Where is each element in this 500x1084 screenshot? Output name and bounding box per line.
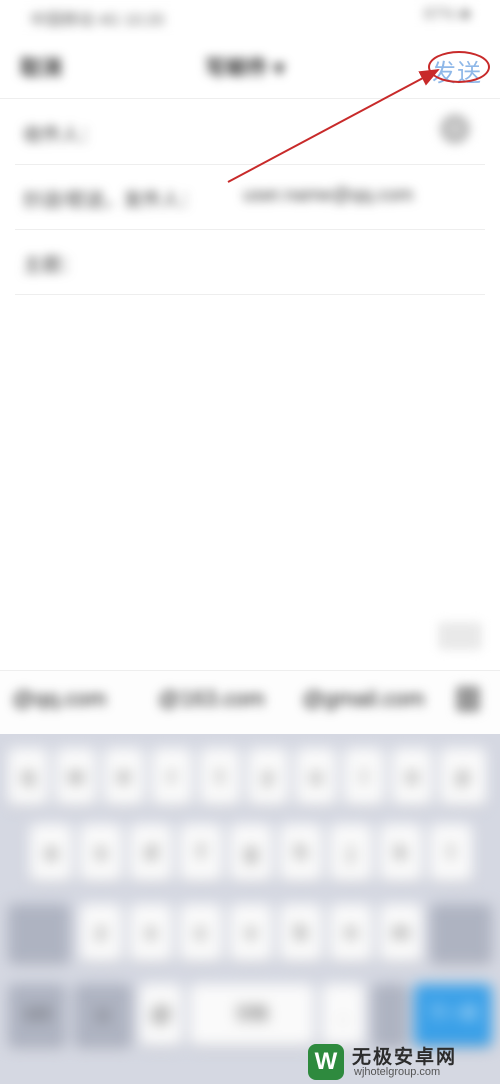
key-e[interactable]: e (104, 748, 144, 806)
watermark-title: 无极安卓网 (352, 1047, 458, 1068)
key-r[interactable]: r (152, 748, 192, 806)
key-p[interactable]: p (440, 748, 486, 806)
status-bar: 中国移动 4G 10:20 87% ■ (0, 0, 500, 36)
key-i[interactable]: i (344, 748, 384, 806)
add-recipient-icon[interactable]: + (440, 114, 470, 144)
cancel-button[interactable]: 取消 (20, 52, 62, 82)
suggestion-item[interactable]: @163.com (158, 686, 265, 712)
watermark-url: wjhotelgroup.com (354, 1066, 441, 1078)
key-y[interactable]: y (248, 748, 288, 806)
shift-key[interactable] (8, 904, 70, 962)
space-key[interactable]: 空格 (190, 984, 314, 1046)
cc-row[interactable]: 抄送/密送，发件人： user.name@qq.com (15, 165, 485, 230)
key-g[interactable]: g (230, 824, 272, 882)
keyboard-hide-icon[interactable] (456, 686, 480, 712)
soft-keyboard: q w e r t y u i o p a s d f g h j k l z … (0, 734, 500, 1084)
key-v[interactable]: v (230, 904, 272, 962)
key-j[interactable]: j (330, 824, 372, 882)
key-c[interactable]: c (180, 904, 222, 962)
suggestion-item[interactable]: @qq.com (12, 686, 106, 712)
next-key[interactable]: 下一项 (414, 984, 492, 1046)
suggestion-item[interactable]: @gmail.com (302, 686, 425, 712)
key-s[interactable]: s (80, 824, 122, 882)
watermark: W 无极安卓网 wjhotelgroup.com (300, 1040, 500, 1084)
key-t[interactable]: t (200, 748, 240, 806)
dot-key[interactable]: . (322, 984, 364, 1046)
key-h[interactable]: h (280, 824, 322, 882)
annotation-oval (428, 51, 490, 83)
subject-label: 主题： (23, 255, 81, 276)
key-b[interactable]: b (280, 904, 322, 962)
key-k[interactable]: k (380, 824, 422, 882)
to-row[interactable]: 收件人： (15, 100, 485, 165)
watermark-logo-icon: W (308, 1044, 344, 1080)
key-x[interactable]: x (130, 904, 172, 962)
key-o[interactable]: o (392, 748, 432, 806)
keyboard-toggle-icon[interactable] (438, 622, 482, 650)
key-a[interactable]: a (30, 824, 72, 882)
at-key[interactable]: @ (140, 984, 182, 1046)
compose-title[interactable]: 写邮件 ▾ (205, 52, 284, 82)
key-z[interactable]: z (80, 904, 122, 962)
backspace-key[interactable] (430, 904, 492, 962)
key-m[interactable]: m (380, 904, 422, 962)
to-label: 收件人： (23, 125, 100, 146)
symbols-key[interactable]: 123 (8, 984, 66, 1046)
key-q[interactable]: q (8, 748, 48, 806)
key-n[interactable]: n (330, 904, 372, 962)
key-l[interactable]: l (430, 824, 472, 882)
subject-row[interactable]: 主题： (15, 230, 485, 295)
key-d[interactable]: d (130, 824, 172, 882)
from-value: user.name@qq.com (243, 185, 414, 206)
cc-label: 抄送/密送，发件人： (23, 190, 200, 211)
battery-text: 87% ■ (423, 6, 470, 23)
key-w[interactable]: w (56, 748, 96, 806)
emoji-key[interactable]: ☺ (74, 984, 132, 1046)
language-key[interactable] (372, 984, 408, 1046)
key-f[interactable]: f (180, 824, 222, 882)
carrier-time-text: 中国移动 4G 10:20 (30, 12, 165, 29)
key-u[interactable]: u (296, 748, 336, 806)
